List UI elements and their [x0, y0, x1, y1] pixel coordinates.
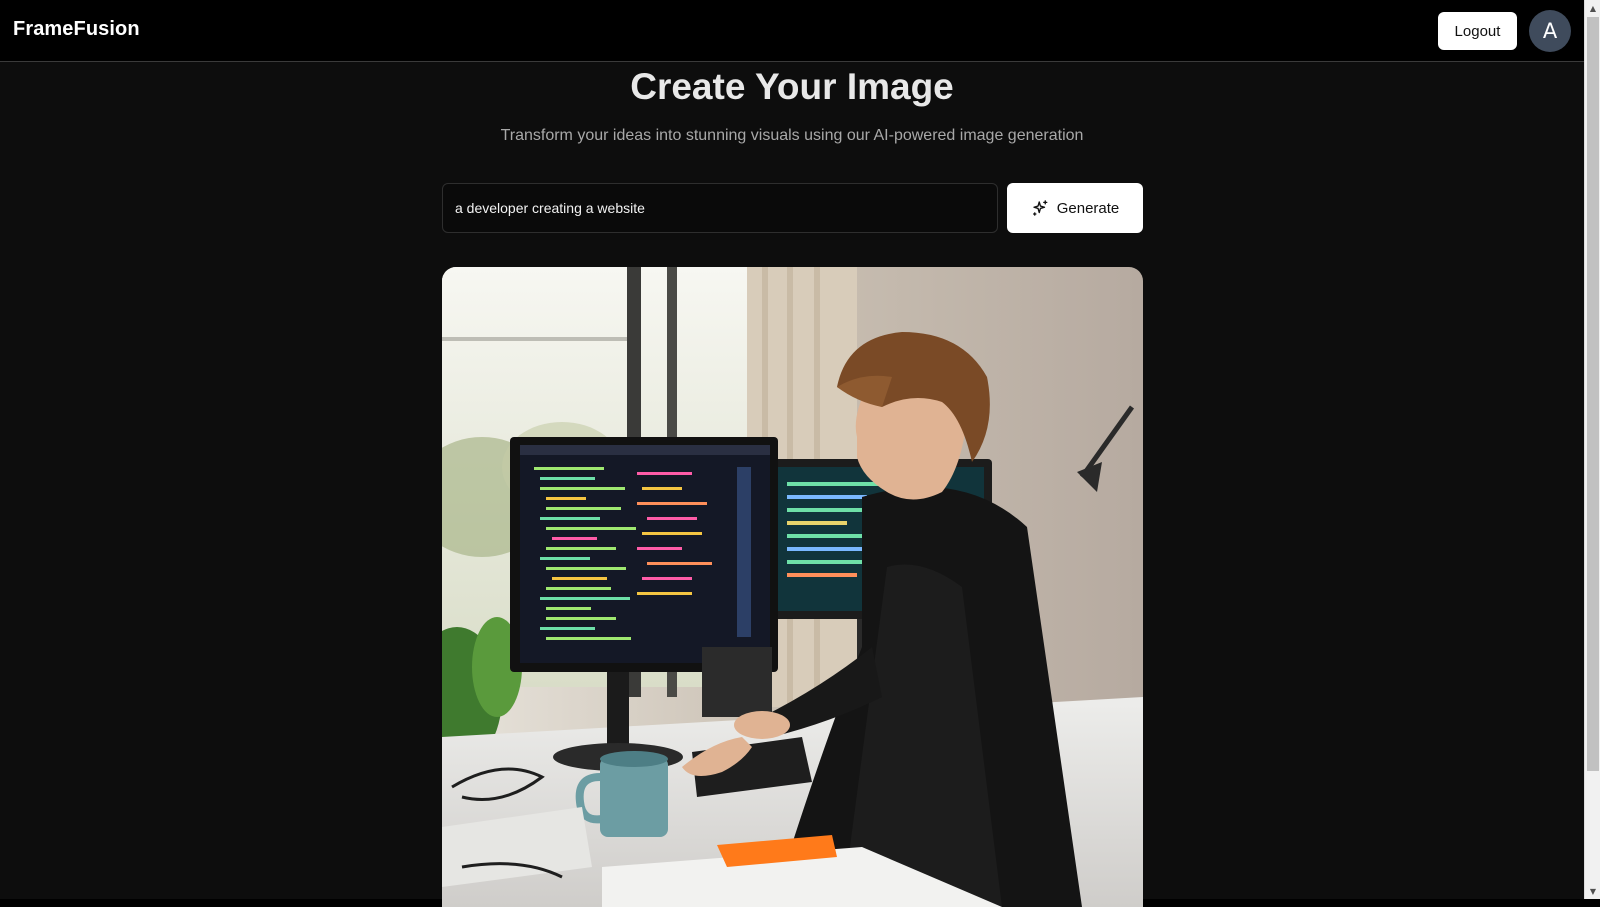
- scrollbar-thumb[interactable]: [1587, 17, 1599, 771]
- page-subtitle: Transform your ideas into stunning visua…: [500, 127, 1084, 144]
- sparkles-icon: [1032, 200, 1048, 216]
- scroll-up-arrow-icon[interactable]: ▲: [1585, 0, 1600, 16]
- user-avatar[interactable]: A: [1529, 10, 1571, 52]
- generated-image-illustration: [442, 267, 1143, 907]
- brand-logo[interactable]: FrameFusion: [13, 18, 140, 41]
- page-title: Create Your Image: [630, 66, 954, 107]
- generate-button-label: Generate: [1056, 199, 1120, 217]
- main-content: Create Your Image Transform your ideas i…: [0, 62, 1584, 907]
- logout-button[interactable]: Logout: [1438, 12, 1517, 50]
- page-scrollbar[interactable]: ▲ ▼: [1584, 0, 1600, 899]
- scroll-down-arrow-icon[interactable]: ▼: [1585, 883, 1600, 899]
- prompt-input[interactable]: [442, 183, 998, 233]
- generate-button[interactable]: Generate: [1007, 183, 1143, 233]
- generated-image[interactable]: [442, 267, 1143, 907]
- top-navbar: FrameFusion Logout A: [0, 0, 1584, 62]
